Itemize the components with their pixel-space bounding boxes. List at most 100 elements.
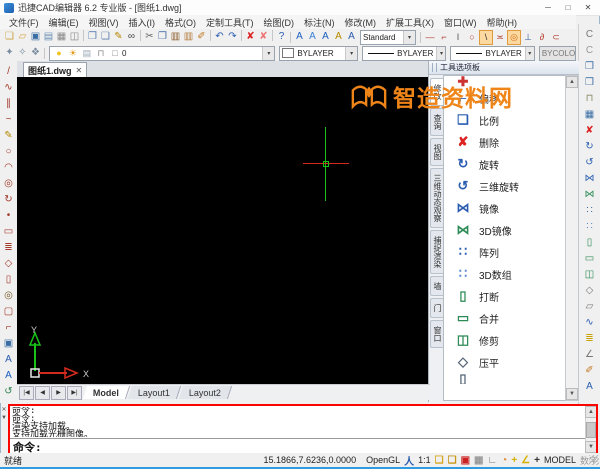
edit-flatten[interactable]: ◇ [582, 282, 597, 298]
match-properties[interactable]: ✐ [195, 30, 208, 44]
palette-tab-door[interactable]: 门 [430, 298, 443, 318]
layout-nav-prev[interactable]: ◀ [35, 386, 50, 400]
draw-hatch[interactable]: ≣ [1, 239, 16, 255]
scroll-up-icon[interactable]: ▲ [566, 76, 578, 88]
find[interactable]: ∞ [125, 30, 138, 44]
palette-tab-wall[interactable]: 墙 [430, 276, 443, 296]
tool-array-3d[interactable]: ∷3D数组 [444, 263, 566, 285]
edit-mirror[interactable]: ⋈ [582, 170, 597, 186]
tool-join[interactable]: ▭合并 [444, 307, 566, 329]
tool-mirror-3d[interactable]: ⋈3D镜像 [444, 219, 566, 241]
layer-on[interactable]: ● [52, 46, 66, 61]
edit-chamfer[interactable]: ∠ [582, 346, 597, 362]
menu-express-tools[interactable]: 扩展工具(X) [381, 16, 439, 29]
save-file[interactable]: ▣ [29, 30, 42, 44]
layer-freeze[interactable]: ☀ [66, 46, 80, 61]
record-icon[interactable]: ▣ [459, 454, 472, 467]
multiline-text[interactable]: A [319, 30, 332, 44]
otrack-icon[interactable]: ∠ [519, 454, 532, 467]
3d-views[interactable]: ✧ [16, 46, 29, 60]
palette-tab-inquiry[interactable]: 查询 [430, 108, 443, 136]
snap-node[interactable]: ◎ [507, 30, 521, 45]
color-combo[interactable]: BYLAYER ▾ [279, 46, 358, 61]
chevron-down-icon[interactable]: ▾ [262, 47, 274, 60]
minimize-button[interactable]: ─ [538, 0, 558, 14]
menu-help[interactable]: 帮助(H) [482, 16, 523, 29]
tool-array[interactable]: ∷阵列 [444, 241, 566, 263]
drag-grip-icon[interactable] [432, 63, 437, 72]
command-scrollbar[interactable]: ▲ ▼ [585, 406, 596, 453]
draw-arc[interactable]: ◠ [1, 159, 16, 175]
close-button[interactable]: ✕ [578, 0, 598, 14]
snap-center[interactable]: ○ [465, 30, 479, 45]
edit-lock[interactable]: ⊓ [582, 90, 597, 106]
snap-endpoint[interactable]: — [423, 30, 437, 45]
scroll-up-icon[interactable]: ▲ [585, 406, 597, 418]
menu-file[interactable]: 文件(F) [4, 16, 44, 29]
erase[interactable]: ✘ [244, 30, 257, 44]
linetype-combo[interactable]: BYLAYER ▾ [362, 46, 446, 61]
lwt-icon[interactable]: + [532, 454, 542, 467]
tool-rotate-3d[interactable]: ↺三维旋转 [444, 175, 566, 197]
tool-offset[interactable]: ⌐偏移 [444, 87, 566, 109]
render-view[interactable]: ❖ [29, 46, 42, 60]
draw-redraw[interactable]: ↺ [1, 383, 16, 399]
osnap-icon[interactable]: + [509, 454, 519, 467]
menu-edit[interactable]: 编辑(E) [44, 16, 84, 29]
snap-quadrant[interactable]: ∂ [535, 30, 549, 45]
edit-erase[interactable]: ✘ [582, 122, 597, 138]
scroll-down-icon[interactable]: ▼ [566, 388, 578, 400]
cut[interactable]: ✂ [143, 30, 156, 44]
draw-text[interactable]: A [1, 351, 16, 367]
text-style[interactable]: A [293, 30, 306, 44]
tool-trim[interactable]: ◫修剪 [444, 329, 566, 351]
draw-multiline[interactable]: ∥ [1, 95, 16, 111]
layer-lock[interactable]: ⊓ [94, 46, 108, 61]
new-file[interactable]: ❏ [3, 30, 16, 44]
polar-icon[interactable]: ◔ [499, 454, 509, 467]
undo[interactable]: ↶ [213, 30, 226, 44]
menu-insert[interactable]: 插入(I) [124, 16, 161, 29]
ortho-icon[interactable]: ∟ [485, 454, 499, 467]
draw-rectangle-2[interactable]: ▯ [1, 271, 16, 287]
snap-nearest[interactable]: \ [479, 30, 493, 45]
edit-array[interactable]: ∷ [582, 202, 597, 218]
command-window[interactable]: 命令:命令:渲染支持加载。支持加载光栅图像。 命令: ▲ ▼ [8, 404, 598, 455]
tool-scale[interactable]: ❑比例 [444, 109, 566, 131]
snap-intersection[interactable]: I [451, 30, 465, 45]
palette-tab-3d-orbit[interactable]: 三维动态观察 [430, 168, 443, 228]
tool-clipped-top[interactable]: ✚ [444, 76, 566, 87]
draw-circle-ttr[interactable]: ◎ [1, 175, 16, 191]
maximize-button[interactable]: □ [558, 0, 578, 14]
chevron-down-icon[interactable]: ▾ [436, 47, 445, 60]
snap-tangent[interactable]: ⊥ [521, 30, 535, 45]
edit-rotate-3d[interactable]: ↺ [582, 154, 597, 170]
menu-format[interactable]: 格式(O) [160, 16, 201, 29]
draw-mtext[interactable]: A [1, 367, 16, 383]
tab-layout1[interactable]: Layout1 [128, 386, 181, 399]
close-tab-icon[interactable]: ✕ [76, 66, 83, 75]
tab-layout2[interactable]: Layout2 [179, 386, 232, 399]
copy[interactable]: ❐ [156, 30, 169, 44]
chevron-down-icon[interactable]: ▾ [525, 47, 534, 60]
scroll-thumb[interactable] [586, 422, 596, 438]
draw-block[interactable]: ▣ [1, 335, 16, 351]
draw-spline[interactable]: ~ [1, 111, 16, 127]
layout-nav-next[interactable]: ▶ [51, 386, 66, 400]
edit-arc-2[interactable]: C [582, 42, 597, 58]
scale-indicator[interactable]: 1:1 [416, 454, 433, 467]
model-indicator[interactable]: MODEL [542, 454, 578, 467]
layer-plot[interactable]: ▤ [80, 46, 94, 61]
draw-pipe[interactable]: ⌐ [1, 319, 16, 335]
edit-arc[interactable]: C [582, 26, 597, 42]
tracking-icon[interactable]: 人 [402, 454, 416, 467]
palette-tab-snap-render[interactable]: 捕捉渲染 [430, 230, 443, 274]
draw-polyline[interactable]: ∿ [1, 79, 16, 95]
page-setup[interactable]: ❐ [86, 30, 99, 44]
draw-revision-cloud[interactable]: ↻ [1, 191, 16, 207]
edit-mirror-3d[interactable]: ⋈ [582, 186, 597, 202]
layout-icon-2[interactable]: ❏ [446, 454, 459, 467]
drawing-canvas[interactable]: Y X [17, 77, 428, 384]
layout-nav-first[interactable]: |◀ [19, 386, 34, 400]
close-command-icon[interactable]: ✕ [1, 406, 6, 413]
